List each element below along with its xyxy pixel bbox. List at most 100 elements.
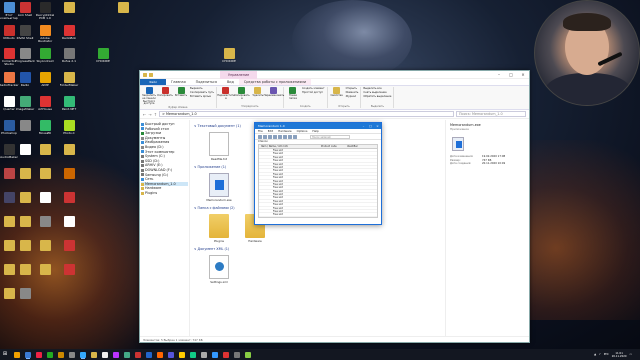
ribbon-small-button[interactable]: Обратить выделение <box>363 95 391 98</box>
desktop-icon[interactable]: ImageMaker <box>14 96 36 115</box>
desktop-icon[interactable]: DecryptIntel PCB 1.0 <box>34 2 56 21</box>
memo-menu-item[interactable]: Options <box>297 129 308 133</box>
ribbon-button[interactable]: Копировать в <box>234 87 250 101</box>
minimize-button[interactable]: – <box>493 71 505 79</box>
taskbar-app-icon[interactable] <box>47 351 53 358</box>
folder-icon[interactable] <box>143 72 147 77</box>
desktop-icon[interactable] <box>14 168 36 187</box>
taskbar-app-icon[interactable] <box>146 351 152 358</box>
forward-arrow-icon[interactable]: → <box>148 112 151 117</box>
taskbar-app-icon[interactable] <box>124 351 130 358</box>
ribbon-tab[interactable]: Файл <box>140 79 166 85</box>
ribbon-small-button[interactable]: Скопировать путь <box>190 91 214 94</box>
desktop-icon[interactable]: RiVAll Shell <box>14 25 36 44</box>
minimize-button[interactable]: – <box>360 123 367 129</box>
desktop-icon[interactable] <box>58 216 80 235</box>
up-arrow-icon[interactable]: ↑ <box>154 112 157 117</box>
taskbar-app-icon[interactable] <box>223 351 229 358</box>
memo-column-header[interactable]: Identifier <box>345 145 373 148</box>
start-button[interactable]: ⊞ <box>0 349 10 360</box>
desktop-icon[interactable]: CHOKIDE <box>218 48 240 67</box>
file-item[interactable]: ReadMe.txt <box>206 132 232 161</box>
file-group-header[interactable]: ∨ Документ XML (1) <box>194 247 441 252</box>
close-button[interactable]: × <box>517 71 529 79</box>
context-tab-manage[interactable]: Управление <box>220 71 258 79</box>
desktop-icon[interactable]: AIMP <box>34 72 56 91</box>
taskbar-app-icon[interactable] <box>157 351 163 358</box>
taskbar-app-icon[interactable] <box>91 351 97 358</box>
close-button[interactable]: × <box>374 123 381 129</box>
ribbon-tab[interactable]: Поделиться <box>191 79 222 85</box>
ribbon-small-button[interactable]: Журнал <box>346 95 359 98</box>
taskbar-app-icon[interactable] <box>179 351 185 358</box>
desktop-icon[interactable] <box>58 264 80 283</box>
delete-icon[interactable] <box>278 134 282 139</box>
desktop-icon[interactable] <box>58 2 80 21</box>
ribbon-small-button[interactable]: Открыть <box>346 87 359 90</box>
taskbar-app-icon[interactable] <box>190 351 196 358</box>
memo-column-header[interactable]: Product code <box>319 145 345 148</box>
desktop-icon[interactable]: CHOKIDE <box>92 48 114 67</box>
maximize-button[interactable]: □ <box>505 71 517 79</box>
folder-icon[interactable] <box>149 72 153 77</box>
desktop-icon[interactable] <box>34 192 56 211</box>
print-icon[interactable] <box>293 134 297 139</box>
taskbar-app-icon[interactable] <box>69 351 75 358</box>
taskbar-app-icon[interactable] <box>245 351 251 358</box>
desktop-icon[interactable] <box>14 192 36 211</box>
ribbon-small-button[interactable]: Простой доступ <box>302 91 325 94</box>
memo-search-input[interactable]: Поиск записей <box>310 134 350 139</box>
language-indicator[interactable]: РУС <box>604 353 609 356</box>
taskbar-app-icon[interactable] <box>113 351 119 358</box>
ribbon-small-button[interactable]: Изменить <box>346 91 359 94</box>
taskbar-app-icon[interactable] <box>58 351 64 358</box>
ribbon-small-button[interactable]: Выделить все <box>363 87 391 90</box>
desktop-icon[interactable]: Paint.NET <box>58 96 80 115</box>
nav-item[interactable]: Plugins <box>141 191 188 196</box>
desktop-icon[interactable] <box>58 192 80 211</box>
desktop-icon[interactable]: RadioBok <box>58 25 80 44</box>
desktop-icon[interactable] <box>34 264 56 283</box>
memo-menu-item[interactable]: Help <box>312 129 318 133</box>
search-input[interactable]: Поиск: Memorandum_1.0 <box>456 111 526 117</box>
ribbon-button[interactable]: Закрепить на панели быстрого доступа <box>142 87 156 106</box>
taskbar-app-icon[interactable] <box>102 351 108 358</box>
desktop-icon[interactable] <box>112 2 134 21</box>
desktop-icon[interactable] <box>58 144 80 163</box>
desktop-icon[interactable]: Adobe Illustrator <box>34 25 56 44</box>
taskbar-app-icon[interactable] <box>36 351 42 358</box>
desktop-icon[interactable] <box>14 288 36 307</box>
ribbon-small-button[interactable]: Создать элемент <box>302 87 325 90</box>
desktop-icon[interactable] <box>58 240 80 259</box>
file-item[interactable]: Memorandum.exe <box>206 173 232 202</box>
desktop-icon[interactable]: ArtHouse <box>34 96 56 115</box>
copy-icon[interactable] <box>288 134 292 139</box>
desktop-icon[interactable]: Rufus 2.1 <box>58 48 80 67</box>
desktop-icon[interactable] <box>34 216 56 235</box>
desktop-icon[interactable]: МозаИК <box>34 120 56 139</box>
back-arrow-icon[interactable]: ← <box>143 112 146 117</box>
ribbon-button[interactable]: Переименовать <box>264 87 284 101</box>
maximize-button[interactable]: □ <box>367 123 374 129</box>
ribbon-button[interactable]: Новая папка <box>286 87 300 101</box>
desktop-icon[interactable] <box>14 144 36 163</box>
add-icon[interactable] <box>273 134 277 139</box>
memo-menu-item[interactable]: Edit <box>268 129 273 133</box>
network-icon[interactable]: ▲ <box>594 353 596 356</box>
ribbon-button[interactable]: Свойства <box>330 87 344 98</box>
ribbon-small-button[interactable]: Снять выделение <box>363 91 391 94</box>
ribbon-small-button[interactable]: Вырезать <box>190 87 214 90</box>
memo-menu-item[interactable]: Hardware <box>278 129 292 133</box>
save-icon[interactable] <box>268 134 272 139</box>
file-item[interactable]: Settings.xml <box>206 255 232 284</box>
ribbon-button[interactable]: Удалить <box>251 87 265 101</box>
ribbon-tab[interactable]: Вид <box>222 79 239 85</box>
address-bar[interactable]: > Memorandum_1.0 <box>159 111 454 117</box>
desktop-icon[interactable]: Photo.C <box>58 120 80 139</box>
notification-icon[interactable]: ▭ <box>630 353 632 356</box>
open-icon[interactable] <box>263 134 267 139</box>
desktop-icon[interactable] <box>34 240 56 259</box>
desktop-icon[interactable] <box>34 168 56 187</box>
ribbon-button[interactable]: Копировать <box>157 87 173 106</box>
taskbar-app-icon[interactable] <box>168 351 174 358</box>
